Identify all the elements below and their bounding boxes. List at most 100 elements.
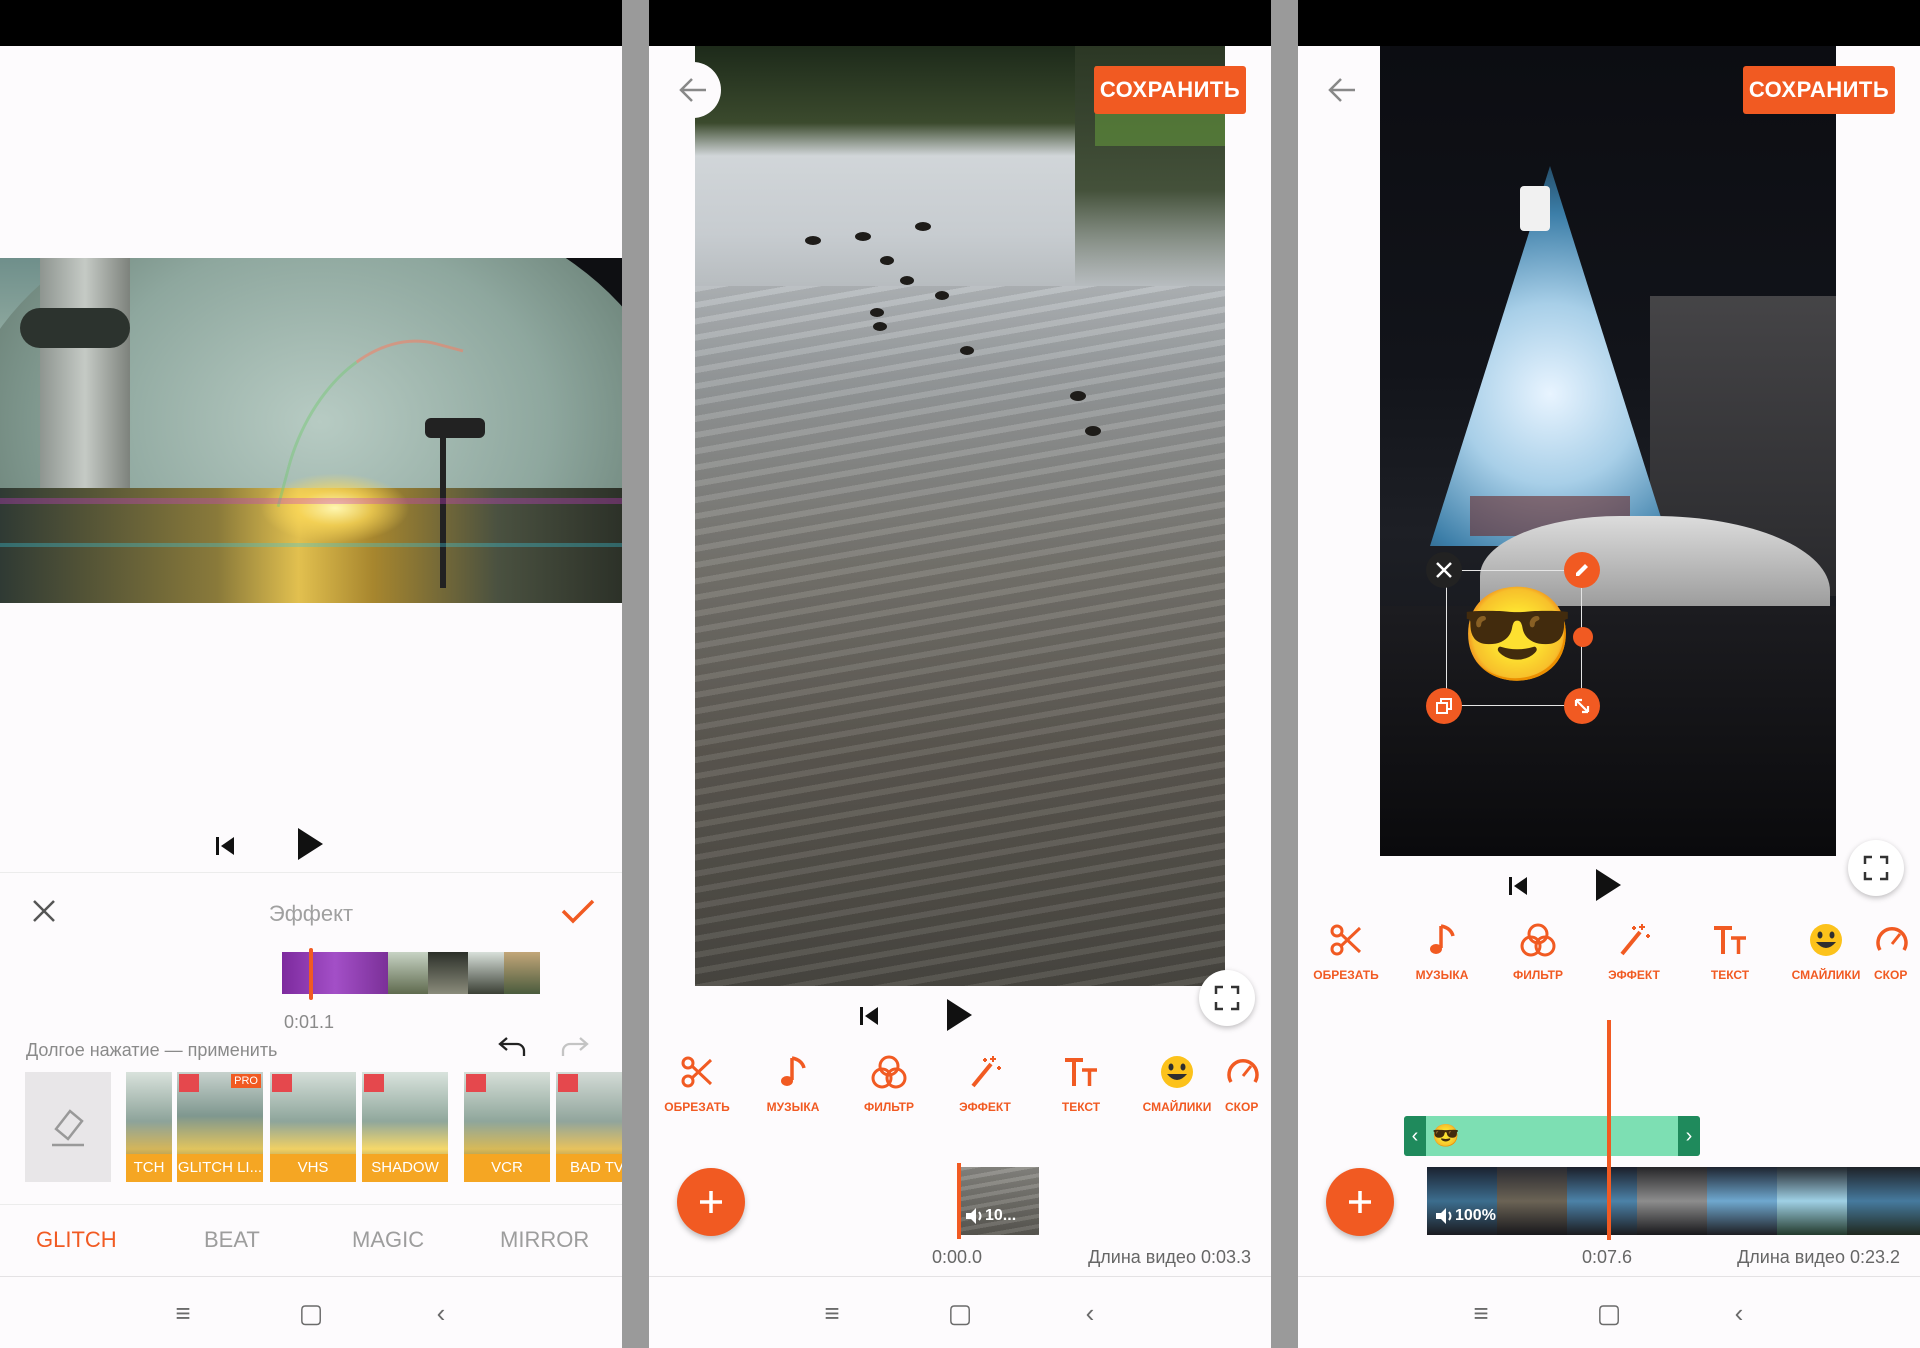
- home-icon[interactable]: ▢: [940, 1299, 980, 1327]
- sticker-delete-button[interactable]: [1426, 552, 1462, 588]
- tool-speed[interactable]: СКОР: [1225, 1050, 1271, 1114]
- undo-button[interactable]: [492, 1030, 532, 1064]
- tool-text[interactable]: ТЕКСТ: [1033, 1050, 1129, 1114]
- tool-stickers[interactable]: СМАЙЛИКИ: [1778, 918, 1874, 982]
- system-nav-bar: ≡ ▢ ‹: [0, 1276, 622, 1348]
- back-nav-icon[interactable]: ‹: [1719, 1299, 1759, 1327]
- play-icon: [1596, 869, 1621, 901]
- video-duration: Длина видео 0:03.3: [1088, 1247, 1251, 1267]
- play-button[interactable]: [290, 822, 330, 866]
- tool-label: СКОР: [1225, 1100, 1259, 1114]
- edit-icon: [1576, 564, 1588, 576]
- confirm-button[interactable]: [556, 893, 600, 929]
- home-icon[interactable]: ▢: [1589, 1299, 1629, 1327]
- long-press-hint: Долгое нажатие — применить: [26, 1040, 278, 1060]
- sticker-track-handle-right[interactable]: ›: [1678, 1116, 1700, 1156]
- effect-tile[interactable]: BAD TV: [556, 1072, 622, 1182]
- undo-icon: [498, 1037, 526, 1056]
- tool-label: ЭФФЕКТ: [959, 1100, 1011, 1114]
- tool-label: ЭФФЕКТ: [1608, 968, 1660, 982]
- tab-glitch[interactable]: GLITCH: [36, 1227, 117, 1253]
- music-note-icon: [1430, 924, 1455, 954]
- menu-icon[interactable]: ≡: [163, 1299, 203, 1327]
- play-button[interactable]: [939, 993, 979, 1037]
- back-button[interactable]: [665, 62, 721, 118]
- playhead[interactable]: [309, 948, 313, 1000]
- home-icon[interactable]: ▢: [291, 1299, 331, 1327]
- add-clip-button[interactable]: [1326, 1168, 1394, 1236]
- skip-to-start-button[interactable]: [205, 828, 245, 864]
- skip-start-icon: [860, 1007, 878, 1025]
- fullscreen-button[interactable]: [1199, 970, 1255, 1026]
- back-nav-icon[interactable]: ‹: [1070, 1299, 1110, 1327]
- tool-label: ТЕКСТ: [1061, 1100, 1101, 1114]
- tab-magic[interactable]: MAGIC: [352, 1227, 424, 1253]
- tool-label: ОБРЕЗАТЬ: [664, 1100, 730, 1114]
- sticker-editor-screen: 😎 СОХРАНИТЬ ОБРЕЗАТЬ МУЗЫКА ФИЛЬТР ЭФФЕК…: [1298, 0, 1920, 1348]
- sticker-handle[interactable]: [1573, 627, 1593, 647]
- tool-speed[interactable]: СКОР: [1874, 918, 1920, 982]
- system-nav-bar: ≡ ▢ ‹: [1298, 1276, 1920, 1348]
- playhead[interactable]: [1607, 1020, 1611, 1240]
- menu-icon[interactable]: ≡: [812, 1299, 852, 1327]
- tool-effect[interactable]: ЭФФЕКТ: [1586, 918, 1682, 982]
- menu-icon[interactable]: ≡: [1461, 1299, 1501, 1327]
- effect-tile[interactable]: SHADOW: [362, 1072, 448, 1182]
- back-nav-icon[interactable]: ‹: [421, 1299, 461, 1327]
- tool-label: ФИЛЬТР: [1512, 968, 1564, 982]
- sticker[interactable]: 😎: [1460, 580, 1575, 690]
- fullscreen-button[interactable]: [1848, 840, 1904, 896]
- sticker-track[interactable]: ‹ 😎 ›: [1404, 1116, 1700, 1156]
- speed-icon: [1227, 1059, 1259, 1083]
- effect-tile[interactable]: VHS: [270, 1072, 356, 1182]
- effect-tile[interactable]: VCR: [464, 1072, 550, 1182]
- effect-timeline-strip[interactable]: [282, 952, 540, 994]
- tool-trim[interactable]: ОБРЕЗАТЬ: [1298, 918, 1394, 982]
- play-button[interactable]: [1588, 863, 1628, 907]
- effect-tile[interactable]: TCH: [126, 1072, 172, 1182]
- tab-mirror[interactable]: MIRROR: [500, 1227, 589, 1253]
- tool-trim[interactable]: ОБРЕЗАТЬ: [649, 1050, 745, 1114]
- sticker-track-emoji: 😎: [1432, 1123, 1460, 1148]
- tool-music[interactable]: МУЗЫКА: [745, 1050, 841, 1114]
- effect-tile[interactable]: PRO GLITCH LI...: [177, 1072, 263, 1182]
- speed-icon: [1876, 927, 1908, 951]
- smiley-icon: [1161, 1056, 1193, 1088]
- skip-start-icon: [1509, 877, 1527, 895]
- timeline-clip[interactable]: 10...: [959, 1167, 1039, 1235]
- skip-to-start-button[interactable]: [1498, 868, 1538, 904]
- sticker-copy-button[interactable]: [1426, 688, 1462, 724]
- close-icon: [1436, 562, 1452, 578]
- tab-beat[interactable]: BEAT: [204, 1227, 260, 1253]
- playhead[interactable]: [957, 1163, 961, 1239]
- tool-effect[interactable]: ЭФФЕКТ: [937, 1050, 1033, 1114]
- sticker-resize-button[interactable]: [1564, 688, 1600, 724]
- skip-start-icon: [216, 837, 234, 855]
- clip-volume: 100%: [1435, 1207, 1496, 1225]
- tool-stickers[interactable]: СМАЙЛИКИ: [1129, 1050, 1225, 1114]
- tool-filter[interactable]: ФИЛЬТР: [841, 1050, 937, 1114]
- skip-to-start-button[interactable]: [849, 998, 889, 1034]
- tool-music[interactable]: МУЗЫКА: [1394, 918, 1490, 982]
- save-button[interactable]: СОХРАНИТЬ: [1743, 66, 1895, 114]
- tool-filter[interactable]: ФИЛЬТР: [1490, 918, 1586, 982]
- smiley-icon: [1810, 924, 1842, 956]
- back-button[interactable]: [1314, 62, 1370, 118]
- add-clip-button[interactable]: [677, 1168, 745, 1236]
- sticker-track-handle-left[interactable]: ‹: [1404, 1116, 1426, 1156]
- sticker-edit-button[interactable]: [1564, 552, 1600, 588]
- timeline-clips[interactable]: 100%: [1427, 1167, 1920, 1235]
- redo-button[interactable]: [555, 1030, 595, 1064]
- effect-timecode: 0:01.1: [284, 1012, 335, 1032]
- plus-icon: [1349, 1191, 1371, 1213]
- tool-text[interactable]: ТЕКСТ: [1682, 918, 1778, 982]
- tool-label: ФИЛЬТР: [863, 1100, 915, 1114]
- current-time: 0:00.0: [932, 1247, 983, 1267]
- clip-volume-label: 10...: [985, 1207, 1017, 1224]
- tool-label: СКОР: [1874, 968, 1908, 982]
- tool-label: МУЗЫКА: [766, 1100, 820, 1114]
- effect-none-tile[interactable]: [25, 1072, 111, 1182]
- text-icon: [1714, 926, 1746, 954]
- save-button[interactable]: СОХРАНИТЬ: [1094, 66, 1246, 114]
- magic-wand-icon: [1620, 924, 1650, 956]
